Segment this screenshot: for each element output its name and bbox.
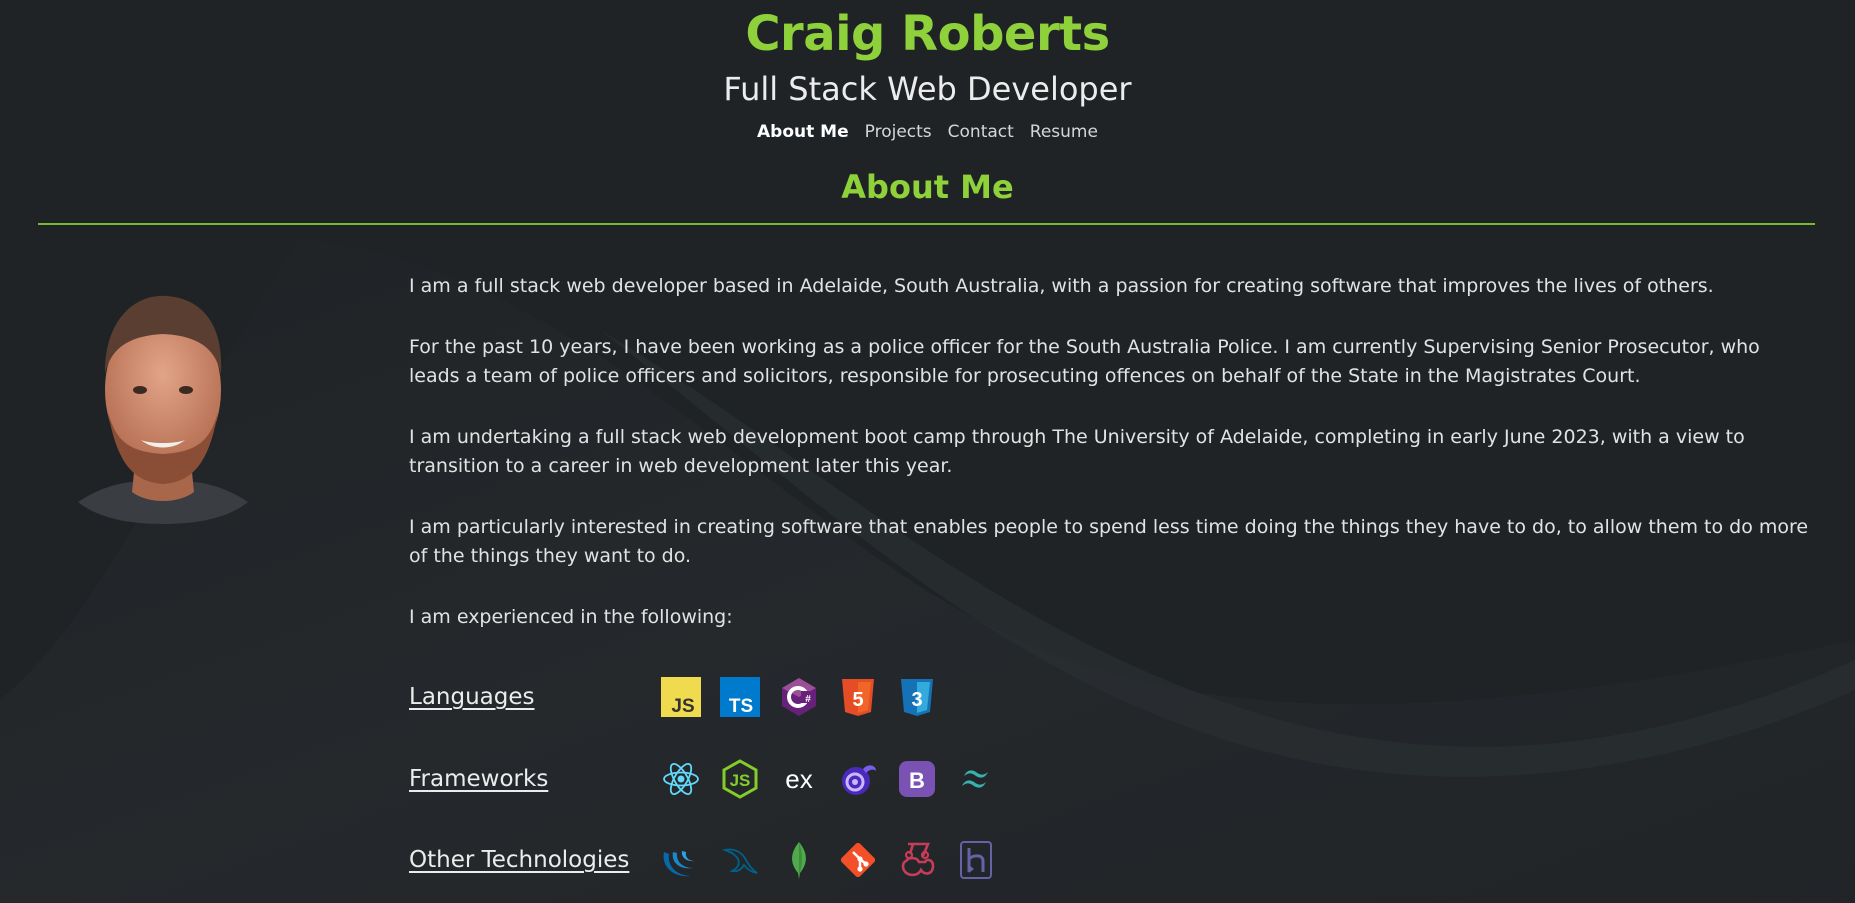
about-paragraph: For the past 10 years, I have been worki… (409, 336, 1760, 387)
svg-text:ex: ex (785, 764, 812, 794)
skills-label-other: Other Technologies (409, 847, 630, 873)
about-paragraph: I am particularly interested in creating… (409, 516, 1809, 567)
mongodb-icon (792, 842, 806, 879)
nav-about-me[interactable]: About Me (757, 122, 849, 142)
about-paragraph: I am a full stack web developer based in… (409, 275, 1714, 297)
express-icon: ex (785, 764, 812, 794)
svg-text:JS: JS (730, 771, 751, 790)
svg-text:5: 5 (852, 689, 863, 711)
svg-text:TS: TS (729, 696, 753, 717)
tailwind-icon (962, 770, 988, 788)
skills-row-other: Other Technologies (409, 838, 1209, 882)
jquery-icon (663, 851, 695, 877)
skills-row-frameworks: Frameworks JS ex B (409, 757, 1209, 801)
heroku-icon (960, 841, 992, 879)
csharp-icon: # (782, 678, 816, 716)
nav-resume[interactable]: Resume (1030, 122, 1098, 142)
svg-text:#: # (805, 694, 811, 705)
nav-contact[interactable]: Contact (948, 122, 1014, 142)
blazor-icon (842, 765, 876, 795)
skills-label-languages: Languages (409, 684, 535, 710)
section-divider (38, 223, 1815, 225)
html5-icon: 5 (842, 679, 874, 716)
about-content: I am a full stack web developer based in… (409, 272, 1809, 664)
bootstrap-icon: B (899, 761, 935, 797)
section-title: About Me (841, 168, 1014, 206)
main-nav: About Me Projects Contact Resume (0, 122, 1855, 142)
jest-icon (901, 842, 935, 877)
site-role: Full Stack Web Developer (723, 70, 1132, 108)
svg-text:B: B (909, 768, 925, 793)
svg-text:JS: JS (671, 696, 694, 717)
mysql-icon (721, 848, 758, 874)
nav-projects[interactable]: Projects (865, 122, 932, 142)
site-name: Craig Roberts (745, 6, 1110, 62)
svg-text:3: 3 (911, 689, 922, 711)
nodejs-icon: JS (722, 759, 758, 799)
about-paragraph: I am experienced in the following: (409, 606, 733, 628)
typescript-icon: TS (720, 677, 760, 717)
profile-photo (78, 295, 248, 524)
skills-label-frameworks: Frameworks (409, 766, 549, 792)
javascript-icon: JS (661, 677, 701, 717)
git-icon (840, 842, 876, 878)
about-paragraph: I am undertaking a full stack web develo… (409, 426, 1745, 477)
css3-icon: 3 (901, 679, 933, 716)
skills-row-languages: Languages JS TS # 5 3 (409, 675, 1209, 719)
react-icon (663, 763, 699, 795)
